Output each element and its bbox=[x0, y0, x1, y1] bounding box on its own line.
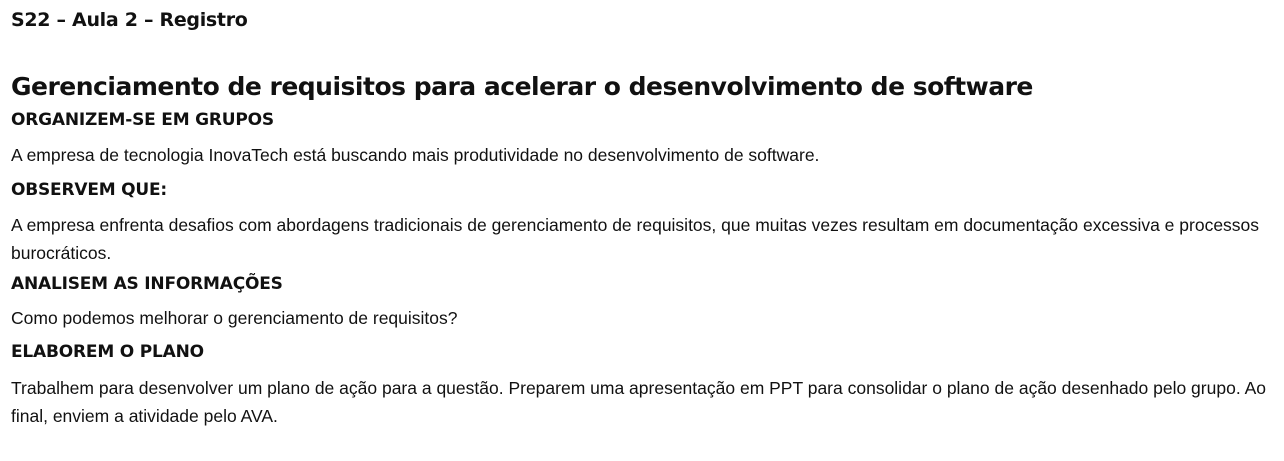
section-text-observem: A empresa enfrenta desafios com abordage… bbox=[11, 215, 1260, 263]
page-title: Gerenciamento de requisitos para acelera… bbox=[11, 72, 1033, 101]
document-page: S22 – Aula 2 – Registro Gerenciamento de… bbox=[11, 0, 1281, 430]
section-heading-observem: OBSERVEM QUE: bbox=[11, 180, 168, 200]
section-text-organizem: A empresa de tecnologia InovaTech está b… bbox=[11, 145, 820, 165]
section-text-elaborem: Trabalhem para desenvolver um plano de a… bbox=[11, 378, 1266, 426]
section-heading-elaborem: ELABOREM O PLANO bbox=[11, 342, 204, 362]
section-text-analisem: Como podemos melhorar o gerenciamento de… bbox=[11, 308, 458, 328]
section-heading-analisem: ANALISEM AS INFORMAÇÕES bbox=[11, 274, 283, 294]
section-heading-organizem: ORGANIZEM-SE EM GRUPOS bbox=[11, 110, 274, 130]
breadcrumb: S22 – Aula 2 – Registro bbox=[11, 9, 248, 31]
